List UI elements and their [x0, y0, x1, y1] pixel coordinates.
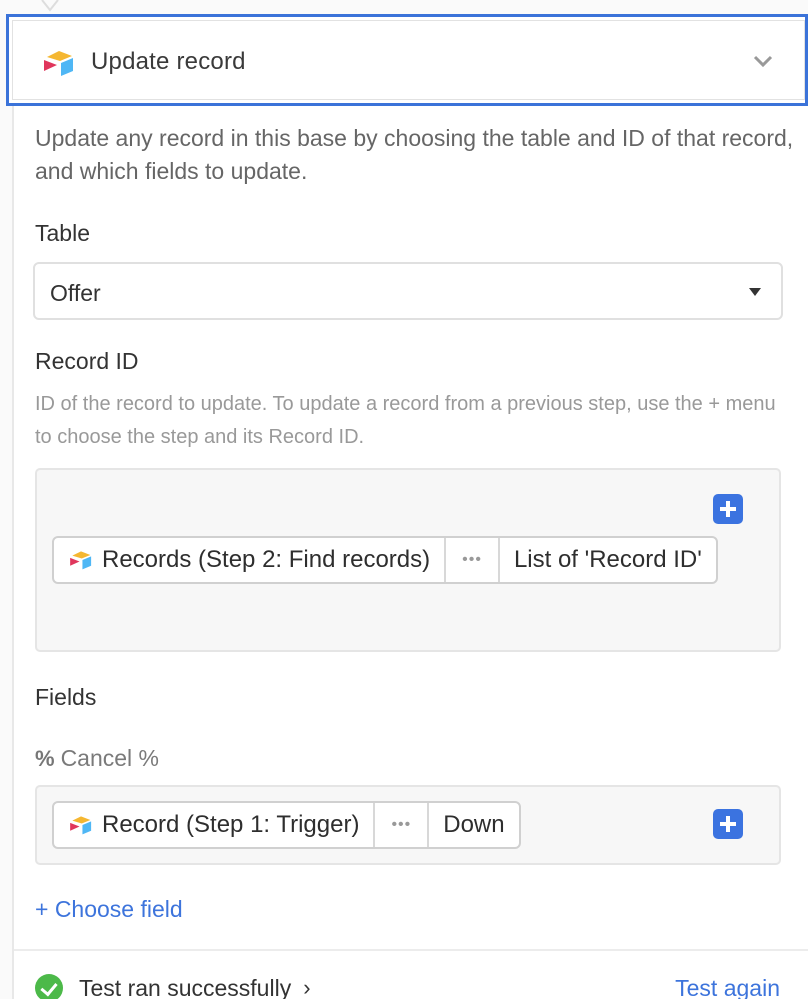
plus-icon[interactable] — [713, 809, 743, 839]
step-header[interactable]: Update record — [6, 14, 808, 106]
field-cancel-pct-label: % Cancel % — [35, 745, 159, 772]
plus-icon[interactable] — [713, 494, 743, 524]
percent-icon: % — [35, 745, 55, 771]
step-description: Update any record in this base by choosi… — [35, 125, 794, 184]
record-id-label: Record ID — [35, 348, 139, 374]
step-title: Update record — [91, 48, 246, 75]
choose-field-button[interactable]: + Choose field — [35, 896, 183, 923]
test-status-text: Test ran successfully — [79, 974, 292, 999]
test-status[interactable]: Test ran successfully › — [35, 974, 311, 999]
airtable-logo-icon — [44, 51, 73, 76]
field-cancel-pct-input[interactable]: Record (Step 1: Trigger) ••• Down — [35, 785, 781, 865]
record-id-hint: ID of the record to update. To update a … — [35, 393, 776, 448]
token-field[interactable]: List of 'Record ID' — [500, 538, 716, 582]
more-icon[interactable]: ••• — [375, 803, 430, 847]
connector-arrow-icon — [40, 0, 60, 14]
more-icon[interactable]: ••• — [446, 538, 500, 582]
airtable-logo-icon — [70, 816, 92, 835]
table-select[interactable]: Offer — [33, 262, 783, 320]
token-field[interactable]: Down — [429, 803, 518, 847]
token-source-label: Records (Step 2: Find records) — [102, 546, 431, 573]
table-select-value: Offer — [50, 280, 101, 306]
table-label: Table — [35, 220, 90, 246]
check-circle-icon — [35, 974, 63, 999]
token-source[interactable]: Records (Step 2: Find records) — [54, 538, 447, 582]
airtable-logo-icon — [70, 551, 92, 570]
chevron-right-icon: › — [303, 975, 311, 999]
fields-label: Fields — [35, 684, 97, 710]
token-source[interactable]: Record (Step 1: Trigger) — [54, 803, 376, 847]
field-name-text: Cancel % — [60, 745, 159, 771]
caret-down-icon — [749, 288, 761, 296]
record-id-token[interactable]: Records (Step 2: Find records) ••• List … — [52, 536, 718, 584]
token-source-label: Record (Step 1: Trigger) — [102, 811, 360, 838]
chevron-down-icon[interactable] — [752, 53, 774, 69]
divider — [14, 949, 808, 951]
field-token[interactable]: Record (Step 1: Trigger) ••• Down — [52, 801, 521, 849]
test-again-button[interactable]: Test again — [675, 975, 780, 999]
record-id-input[interactable]: Records (Step 2: Find records) ••• List … — [35, 468, 781, 652]
